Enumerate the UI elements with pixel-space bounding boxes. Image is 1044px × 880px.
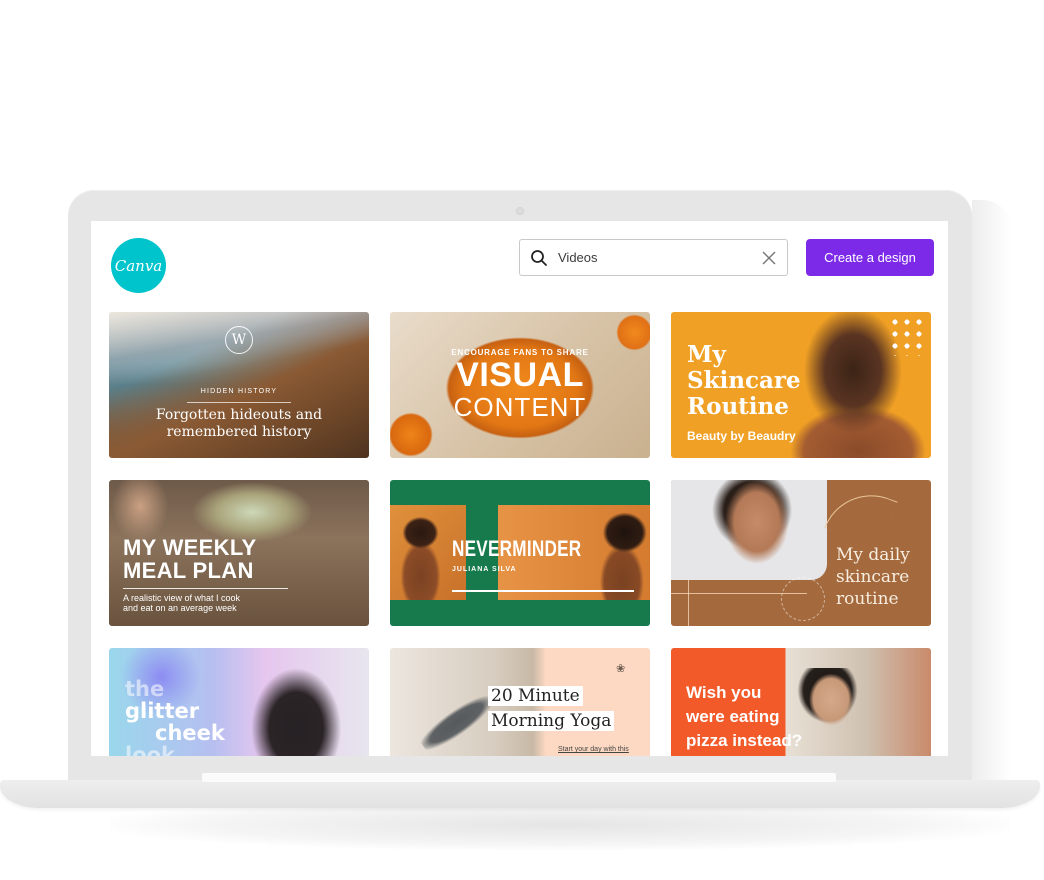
headline-line: Wish you	[686, 683, 762, 702]
card-headline: NEVERMINDER	[452, 536, 582, 561]
logo-text: Canva	[114, 256, 163, 275]
headline-line: My daily	[836, 545, 910, 565]
divider	[452, 590, 634, 592]
headline-line: pizza instead?	[686, 731, 803, 750]
subtitle-line: A realistic view of what I cook	[123, 593, 241, 603]
headline-line: Forgotten hideouts and	[155, 407, 323, 423]
headline-line: MY WEEKLY	[123, 535, 257, 560]
card-subtitle: A realistic view of what I cook and eat …	[123, 593, 240, 613]
headline-line: remembered history	[166, 424, 312, 440]
search-bar[interactable]	[519, 239, 788, 276]
card-headline: 20 Minute Morning Yoga	[488, 684, 615, 734]
card-headline: My Skincare Routine	[687, 342, 801, 420]
card-kicker: HIDDEN HISTORY	[200, 388, 278, 395]
person-photo	[796, 668, 866, 756]
template-card-hidden-history[interactable]: W HIDDEN HISTORY Forgotten hideouts and …	[109, 312, 369, 458]
headline-line: Routine	[687, 393, 789, 420]
card-headline: Forgotten hideouts and remembered histor…	[109, 407, 369, 441]
laptop-screen: Canva Create a design W HIDDEN HISTORY F…	[91, 221, 948, 756]
headline-line: cheek	[155, 721, 225, 745]
headline-line: Morning Yoga	[488, 711, 615, 731]
laptop-base	[0, 780, 1040, 808]
person-photo	[671, 480, 827, 580]
search-input[interactable]	[558, 250, 751, 265]
template-card-glitter-cheek[interactable]: the glitter cheek look	[109, 648, 369, 756]
template-card-pizza[interactable]: Wish you were eating pizza instead?	[671, 648, 931, 756]
card-subtitle: Start your day with this	[558, 746, 629, 753]
create-design-button[interactable]: Create a design	[806, 239, 934, 276]
card-headline: Wish you were eating pizza instead?	[686, 681, 802, 753]
template-card-morning-yoga[interactable]: ❀ 20 Minute Morning Yoga Start your day …	[390, 648, 650, 756]
divider	[123, 588, 288, 589]
canva-logo[interactable]: Canva	[111, 238, 166, 293]
circular-text-badge	[781, 577, 825, 621]
laptop-side-shadow	[972, 200, 1012, 780]
headline-line: look	[125, 743, 176, 756]
template-card-skincare-routine[interactable]: My Skincare Routine Beauty by Beaudry	[671, 312, 931, 458]
card-headline: the glitter cheek look	[125, 678, 225, 756]
headline-line: Skincare	[687, 367, 801, 394]
card-headline: VISUAL	[456, 356, 584, 394]
card-headline-secondary: CONTENT	[453, 392, 587, 422]
headline-line: 20 Minute	[488, 686, 583, 706]
card-headline: MY WEEKLY MEAL PLAN	[123, 536, 257, 582]
laptop-notch	[202, 773, 836, 782]
headline-line: were eating	[686, 707, 780, 726]
person-photo	[590, 510, 648, 600]
template-card-meal-plan[interactable]: MY WEEKLY MEAL PLAN A realistic view of …	[109, 480, 369, 626]
headline-line: routine	[836, 589, 899, 609]
headline-line: glitter	[125, 699, 200, 723]
divider	[187, 402, 291, 403]
template-card-visual-content[interactable]: ENCOURAGE FANS TO SHARE VISUAL CONTENT	[390, 312, 650, 458]
logo-letter: W	[231, 332, 247, 348]
person-photo	[398, 516, 443, 600]
headline-line: the	[125, 677, 165, 701]
close-icon[interactable]	[751, 251, 787, 265]
card-subtitle: JULIANA SILVA	[452, 566, 517, 573]
leaf-decoration	[824, 481, 898, 549]
divider	[688, 580, 689, 626]
dots-decoration	[889, 316, 923, 356]
w-logo-icon: W	[225, 326, 253, 354]
search-icon	[520, 249, 558, 267]
lotus-icon: ❀	[616, 663, 626, 675]
headline-line: skincare	[836, 567, 910, 587]
template-card-neverminder[interactable]: NEVERMINDER JULIANA SILVA	[390, 480, 650, 626]
headline-line: My	[687, 341, 726, 368]
laptop-camera	[516, 207, 524, 215]
card-headline: My daily skincare routine	[836, 544, 910, 610]
template-card-daily-skincare[interactable]: My daily skincare routine	[671, 480, 931, 626]
subtitle-line: and eat on an average week	[123, 603, 237, 613]
card-subtitle: Beauty by Beaudry	[687, 429, 796, 443]
headline-line: MEAL PLAN	[123, 558, 254, 583]
